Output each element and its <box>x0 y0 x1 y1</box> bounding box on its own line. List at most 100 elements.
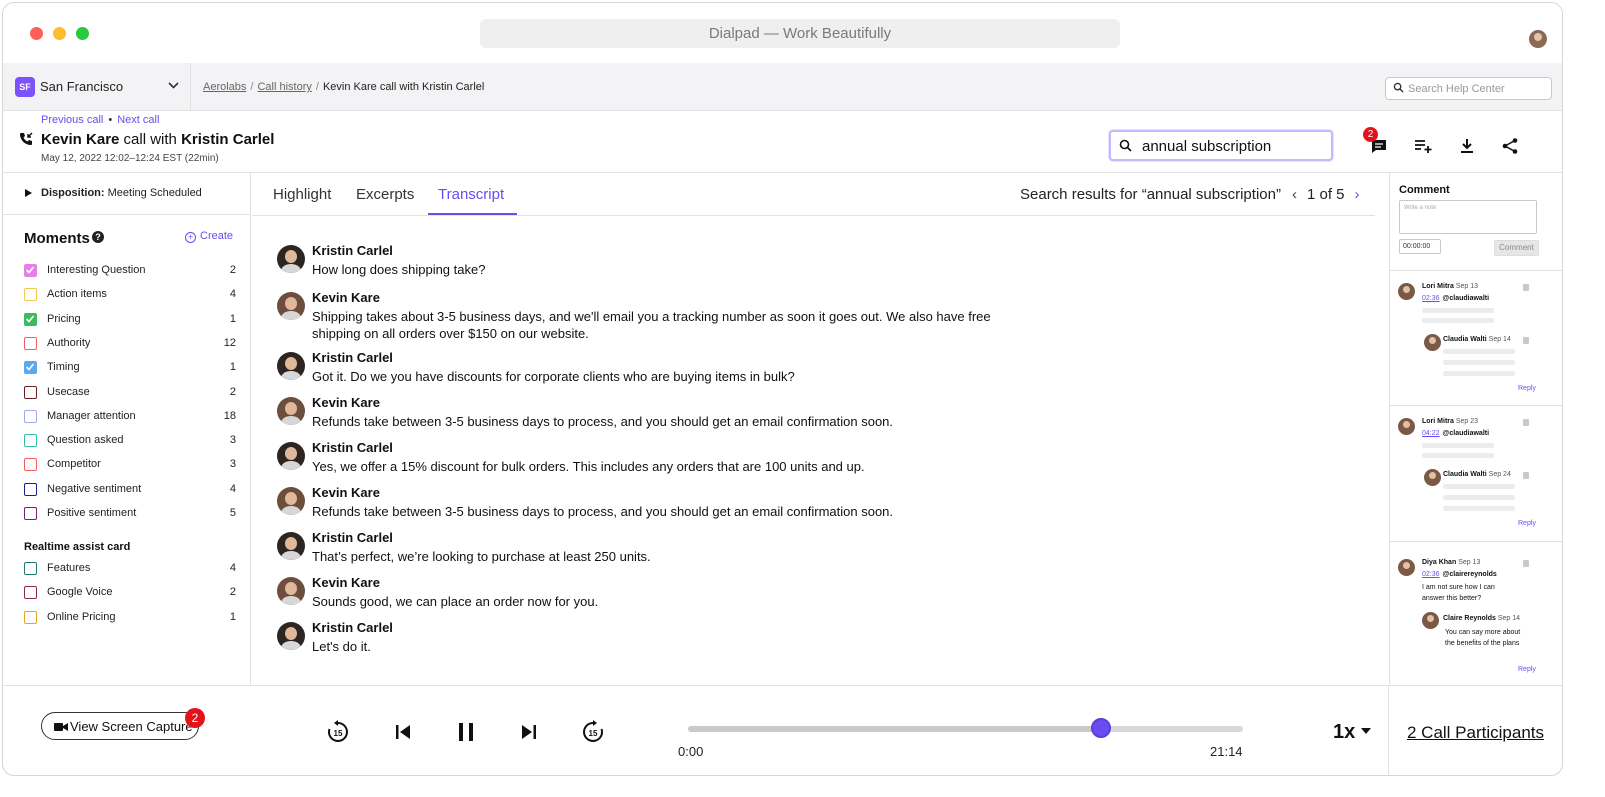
comment-placeholder-line <box>1422 443 1494 448</box>
speaker-name: Kevin Kare <box>312 485 380 500</box>
forward-15-icon[interactable]: 15 <box>581 720 605 744</box>
playback-progress-bar[interactable] <box>688 726 1243 732</box>
moment-item[interactable]: Pricing 1 <box>24 312 236 328</box>
breadcrumb-call-history[interactable]: Call history <box>257 81 311 93</box>
avatar <box>277 622 305 650</box>
moment-item[interactable]: Authority 12 <box>24 336 236 352</box>
trash-icon[interactable] <box>1523 472 1529 479</box>
tab-transcript[interactable]: Transcript <box>438 186 504 203</box>
breadcrumb-aerolabs[interactable]: Aerolabs <box>203 81 246 93</box>
call-connector: call with <box>119 131 182 148</box>
chevron-right-icon[interactable]: › <box>1355 186 1360 203</box>
realtime-assist-item[interactable]: Features 4 <box>24 561 236 577</box>
help-search-input[interactable]: Search Help Center <box>1385 77 1552 100</box>
moment-label: Question asked <box>47 434 124 447</box>
reply-date: Sep 14 <box>1497 615 1521 622</box>
speaker-name: Kristin Carlel <box>312 350 393 365</box>
maximize-window-button[interactable] <box>76 27 89 40</box>
comment-time-field[interactable]: 00:00:00 <box>1399 239 1441 254</box>
speaker-name: Kevin Kare <box>312 575 380 590</box>
moment-item[interactable]: Usecase 2 <box>24 385 236 401</box>
moment-item[interactable]: Competitor 3 <box>24 457 236 473</box>
trash-icon[interactable] <box>1523 560 1529 567</box>
speaker-name: Kristin Carlel <box>312 530 393 545</box>
moment-checkbox[interactable] <box>24 482 37 496</box>
create-moment-button[interactable]: + Create <box>185 230 233 243</box>
moment-item[interactable]: Positive sentiment 5 <box>24 506 236 522</box>
office-switcher[interactable]: SF San Francisco <box>3 63 191 111</box>
call-participants-link[interactable]: 2 Call Participants <box>1407 723 1544 743</box>
realtime-assist-checkbox[interactable] <box>24 610 37 624</box>
download-icon[interactable] <box>1457 136 1477 156</box>
realtime-assist-checkbox[interactable] <box>24 586 37 600</box>
next-call-link[interactable]: Next call <box>117 114 159 126</box>
pause-icon[interactable] <box>454 720 478 744</box>
trash-icon[interactable] <box>1523 419 1529 426</box>
disposition-row[interactable]: Disposition: Meeting Scheduled <box>3 173 251 215</box>
reply-link[interactable]: Reply <box>1518 385 1536 392</box>
moment-item[interactable]: Manager attention 18 <box>24 409 236 425</box>
realtime-assist-item[interactable]: Google Voice 2 <box>24 585 236 601</box>
moment-item[interactable]: Interesting Question 2 <box>24 263 236 279</box>
caller-name: Kevin Kare <box>41 131 120 148</box>
utterance-text: Shipping takes about 3-5 business days, … <box>312 309 991 341</box>
avatar <box>1398 418 1415 435</box>
moment-item[interactable]: Timing 1 <box>24 360 236 376</box>
moment-checkbox[interactable] <box>24 434 37 448</box>
utterance-text: Yes, we offer a 15% discount for bulk or… <box>312 459 865 474</box>
comment-thread: Diya Khan Sep 13 02:36 @clairereynolds I … <box>1390 541 1562 685</box>
help-icon[interactable]: ? <box>92 231 104 243</box>
previous-call-link[interactable]: Previous call <box>41 114 103 126</box>
moment-checkbox[interactable] <box>24 409 37 423</box>
moment-item[interactable]: Question asked 3 <box>24 433 236 449</box>
transcript-search-input[interactable]: annual subscription <box>1109 130 1333 161</box>
moments-panel: Disposition: Meeting Scheduled Moments ?… <box>3 173 251 685</box>
comment-input[interactable]: Write a note <box>1399 200 1537 234</box>
share-icon[interactable] <box>1500 136 1520 156</box>
trash-icon[interactable] <box>1523 284 1529 291</box>
realtime-assist-count: 2 <box>229 586 236 599</box>
next-icon[interactable] <box>517 720 541 744</box>
comment-author: Lori Mitra Sep 23 <box>1422 418 1478 425</box>
add-to-playlist-icon[interactable] <box>1413 136 1433 156</box>
playback-speed-select[interactable]: 1x <box>1333 721 1372 744</box>
plus-circle-icon: + <box>185 232 196 243</box>
divider <box>1388 686 1389 775</box>
speaker-name: Kevin Kare <box>312 290 380 305</box>
view-screen-capture-button[interactable]: View Screen Capture <box>41 712 199 740</box>
trash-icon[interactable] <box>1523 337 1529 344</box>
moment-checkbox[interactable] <box>24 264 37 277</box>
comment-timestamp-link[interactable]: 02:36 <box>1422 295 1440 302</box>
chevron-left-icon[interactable]: ‹ <box>1292 186 1297 203</box>
playback-progress-fill <box>688 726 1102 732</box>
call-navigation: Previous call • Next call <box>41 114 159 126</box>
playback-scrubber[interactable] <box>1091 718 1112 738</box>
close-window-button[interactable] <box>30 27 43 40</box>
realtime-assist-item[interactable]: Online Pricing 1 <box>24 610 236 626</box>
comment-timestamp-link[interactable]: 04:22 <box>1422 430 1440 437</box>
moment-checkbox[interactable] <box>24 336 37 350</box>
comment-text: I am not sure how I can answer this bett… <box>1422 584 1495 602</box>
realtime-assist-checkbox[interactable] <box>24 562 37 575</box>
moment-checkbox[interactable] <box>24 507 37 520</box>
moment-item[interactable]: Action items 4 <box>24 287 236 303</box>
moment-checkbox[interactable] <box>24 312 37 326</box>
reply-link[interactable]: Reply <box>1518 666 1536 673</box>
moment-checkbox[interactable] <box>24 385 37 399</box>
minimize-window-button[interactable] <box>53 27 66 40</box>
tab-excerpts[interactable]: Excerpts <box>356 186 414 203</box>
tab-highlight[interactable]: Highlight <box>273 186 331 203</box>
previous-icon[interactable] <box>391 720 415 744</box>
moment-checkbox[interactable] <box>24 288 37 302</box>
moment-checkbox[interactable] <box>24 458 37 472</box>
comment-timestamp-link[interactable]: 02:36 <box>1422 571 1440 578</box>
svg-text:15: 15 <box>334 729 343 738</box>
user-avatar[interactable] <box>1529 30 1547 48</box>
audio-player: View Screen Capture 2 15 15 0:00 21:14 1… <box>3 685 1562 775</box>
comment-submit-button[interactable]: Comment <box>1494 240 1539 256</box>
rewind-15-icon[interactable]: 15 <box>326 720 350 744</box>
moment-checkbox[interactable] <box>24 361 37 375</box>
moment-item[interactable]: Negative sentiment 4 <box>24 482 236 498</box>
reply-link[interactable]: Reply <box>1518 520 1536 527</box>
video-camera-icon <box>54 723 68 731</box>
